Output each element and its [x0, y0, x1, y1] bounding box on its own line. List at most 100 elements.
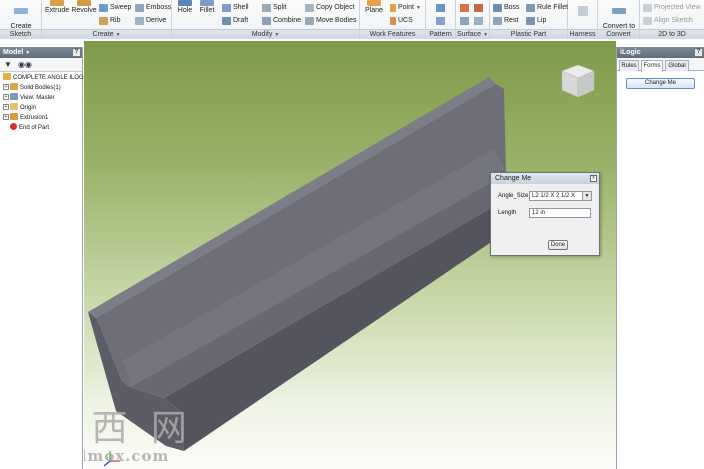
- expand-icon[interactable]: +: [3, 84, 9, 90]
- rule-fillet-button[interactable]: Rule Fillet: [526, 4, 568, 12]
- model-browser-header[interactable]: Model ▼ ?: [0, 47, 82, 58]
- patch-icon[interactable]: [460, 17, 469, 25]
- revolve-icon: [77, 0, 91, 6]
- tab-rules[interactable]: Rules: [619, 60, 639, 71]
- derive-button[interactable]: Derive: [135, 17, 166, 25]
- point-button[interactable]: Point ▼: [390, 4, 421, 12]
- split-icon: [262, 4, 271, 12]
- tree-item-extrusion1[interactable]: + Extrusion1: [3, 113, 48, 123]
- hole-button[interactable]: Hole: [176, 0, 194, 15]
- expand-icon[interactable]: +: [3, 94, 9, 100]
- filter-icon[interactable]: ▼: [4, 60, 12, 69]
- plane-icon: [367, 0, 381, 6]
- chevron-down-icon[interactable]: ▼: [582, 192, 591, 200]
- rest-button[interactable]: Rest: [493, 17, 518, 25]
- panel-title-work-features: Work Features: [360, 29, 425, 39]
- projected-view-button[interactable]: Projected View: [643, 4, 701, 12]
- panel-title-create[interactable]: Create ▼: [42, 29, 171, 39]
- tab-forms[interactable]: Forms: [641, 60, 663, 72]
- length-input[interactable]: 12 in: [529, 208, 591, 218]
- ucs-icon: [390, 17, 396, 25]
- panel-title-modify[interactable]: Modify ▼: [172, 29, 359, 39]
- draft-button[interactable]: Draft: [222, 17, 248, 25]
- watermark-url: www.3dmox.com: [84, 447, 170, 465]
- extrusion-icon: [10, 113, 18, 120]
- dropdown-arrow-icon: ▼: [274, 32, 280, 38]
- panel-sketch: Create 2D Sketch Sketch: [0, 0, 42, 39]
- tree-item-solid-bodies[interactable]: + Solid Bodies(1): [3, 83, 61, 93]
- lip-icon: [526, 17, 535, 25]
- shell-button[interactable]: Shell: [222, 4, 249, 12]
- circular-pattern-icon[interactable]: [436, 17, 445, 25]
- sweep-icon: [99, 4, 108, 12]
- ilogic-header: iLogic ?: [617, 47, 704, 58]
- thicken-icon[interactable]: [460, 4, 469, 12]
- tree-item-origin[interactable]: + Origin: [3, 103, 36, 113]
- rib-button[interactable]: Rib: [99, 17, 121, 25]
- done-button[interactable]: Done: [548, 240, 568, 250]
- panel-title-plastic-part: Plastic Part: [490, 29, 567, 39]
- revolve-button[interactable]: Revolve: [71, 0, 97, 15]
- derive-icon: [135, 17, 144, 25]
- tab-global[interactable]: Global: [665, 60, 689, 71]
- help-icon[interactable]: ?: [694, 48, 703, 57]
- panel-convert: Convert to Sheet Metal Convert: [598, 0, 640, 39]
- panel-plastic-part: Boss Rule Fillet Rest Lip Plastic Part: [490, 0, 568, 39]
- emboss-icon: [135, 4, 144, 12]
- angle-size-select[interactable]: L2 1/2 X 2 1/2 X ▼: [529, 191, 592, 201]
- copy-object-button[interactable]: Copy Object: [305, 4, 355, 12]
- tree-item-end-of-part[interactable]: End of Part: [10, 123, 49, 133]
- view-icon: [10, 93, 18, 100]
- rest-icon: [493, 17, 502, 25]
- ucs-button[interactable]: UCS: [390, 17, 413, 25]
- change-me-dialog: Change Me x Angle_Size L2 1/2 X 2 1/2 X …: [490, 172, 600, 256]
- move-bodies-button[interactable]: Move Bodies: [305, 17, 356, 25]
- harness-icon[interactable]: [578, 6, 588, 16]
- model-browser: Model ▼ ? ▼ ◉◉ COMPLETE ANGLE ILOGIC.ipt …: [0, 47, 98, 469]
- dropdown-arrow-icon: ▼: [115, 32, 121, 38]
- align-sketch-icon: [643, 17, 652, 25]
- close-icon[interactable]: x: [590, 175, 597, 182]
- dropdown-arrow-icon: ▼: [415, 5, 421, 11]
- dialog-title-bar[interactable]: Change Me x: [491, 173, 599, 184]
- expand-icon[interactable]: +: [3, 104, 9, 110]
- plane-button[interactable]: Plane: [363, 0, 385, 15]
- fillet-button[interactable]: Fillet: [197, 0, 217, 15]
- folder-icon: [10, 103, 18, 110]
- sweep-button[interactable]: Sweep: [99, 4, 131, 12]
- stitch-icon[interactable]: [474, 4, 483, 12]
- panel-harness: Harness: [568, 0, 598, 39]
- find-icon[interactable]: ◉◉: [18, 60, 32, 69]
- rectangular-pattern-icon[interactable]: [436, 4, 445, 12]
- panel-create: Extrude Revolve Sweep Emboss Rib Derive …: [42, 0, 172, 39]
- align-sketch-button[interactable]: Align Sketch: [643, 17, 693, 25]
- split-button[interactable]: Split: [262, 4, 287, 12]
- angle-size-label: Angle_Size: [498, 193, 529, 199]
- sheet-metal-icon: [612, 8, 626, 14]
- panel-pattern: Pattern: [426, 0, 456, 39]
- sculpt-icon[interactable]: [474, 17, 483, 25]
- combine-icon: [262, 17, 271, 25]
- combine-button[interactable]: Combine: [262, 17, 301, 25]
- panel-title-sketch: Sketch: [0, 29, 41, 39]
- end-of-part-icon: [10, 123, 17, 130]
- panel-title-2d-to-3d: 2D to 3D: [640, 29, 704, 39]
- boss-icon: [493, 4, 502, 12]
- change-me-form-button[interactable]: Change Me: [626, 78, 695, 89]
- emboss-button[interactable]: Emboss: [135, 4, 171, 12]
- viewcube-icon[interactable]: [561, 64, 595, 98]
- panel-title-surface[interactable]: Surface ▼: [456, 29, 489, 39]
- solid-body-icon: [10, 83, 18, 90]
- help-icon[interactable]: ?: [72, 48, 81, 57]
- part-icon: [3, 73, 11, 80]
- tree-item-view-master[interactable]: + View: Master: [3, 93, 55, 103]
- extrude-button[interactable]: Extrude: [45, 0, 69, 15]
- panel-2d-to-3d: Projected View Align Sketch 2D to 3D: [640, 0, 704, 39]
- boss-button[interactable]: Boss: [493, 4, 520, 12]
- sketch-icon: [14, 8, 28, 14]
- lip-button[interactable]: Lip: [526, 17, 546, 25]
- dropdown-arrow-icon: ▼: [483, 32, 489, 38]
- panel-title-convert: Convert: [598, 29, 639, 39]
- copy-object-icon: [305, 4, 314, 12]
- expand-icon[interactable]: +: [3, 114, 9, 120]
